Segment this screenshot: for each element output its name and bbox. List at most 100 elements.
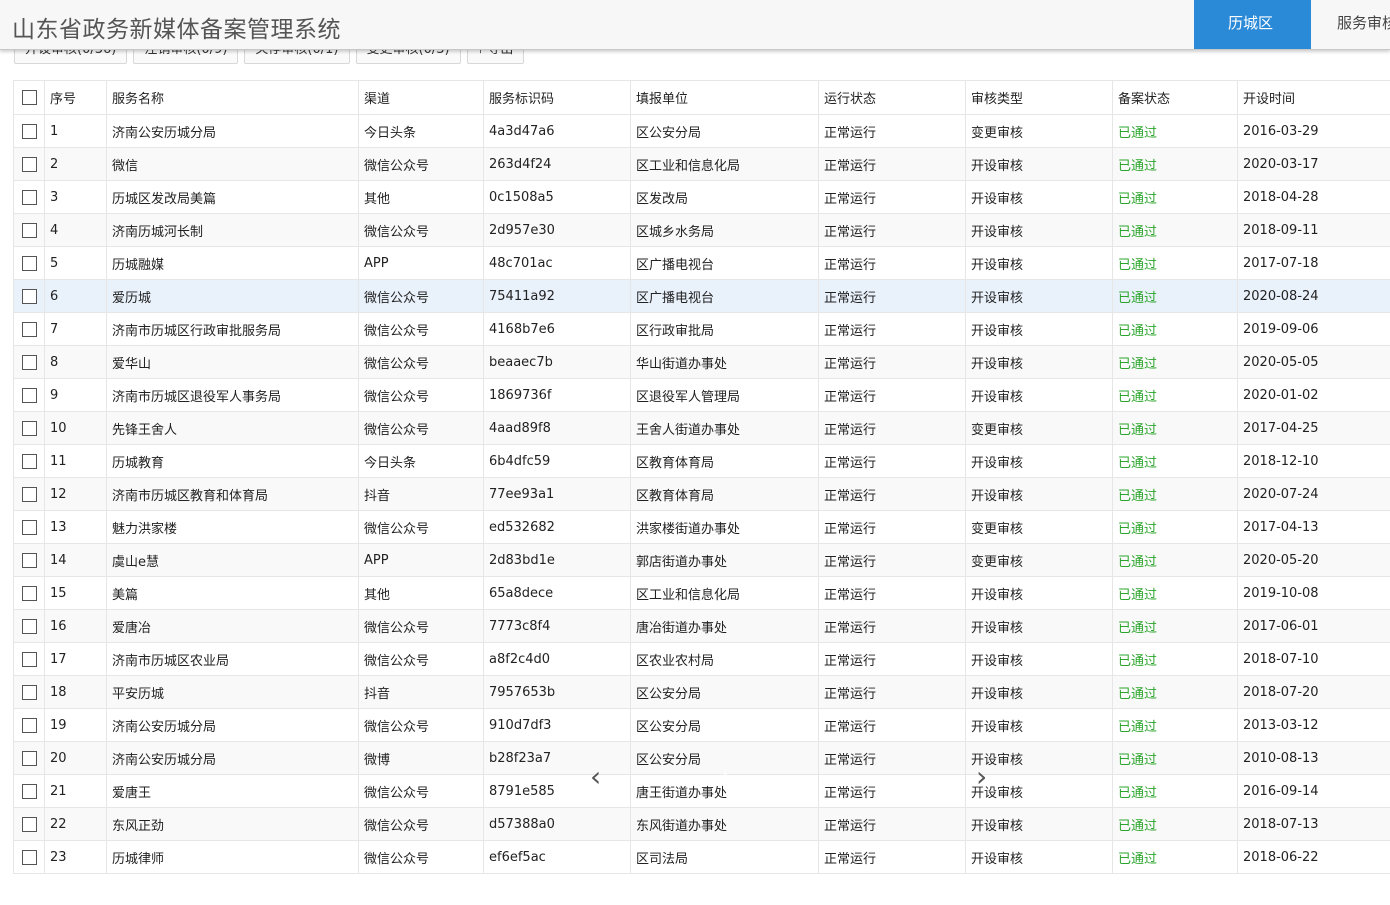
chevron-right-icon[interactable]: ›	[976, 760, 987, 793]
table-row[interactable]: 6 爱历城 微信公众号 75411a92 区广播电视台 正常运行 开设审核 已通过 2020-0…	[13, 279, 1390, 313]
row-index: 13	[44, 510, 107, 544]
table-row[interactable]: 8 爱华山 微信公众号 beaaec7b 华山街道办事处 正常运行 开设审核 已通过 2020-…	[13, 345, 1390, 379]
table-row[interactable]: 10 先锋王舍人 微信公众号 4aad89f8 王舍人街道办事处 正常运行 变更审核 已通过 2…	[13, 411, 1390, 445]
service-name: 爱唐王	[106, 774, 359, 808]
report-unit: 区广播电视台	[630, 279, 819, 313]
table-row[interactable]: 21 爱唐王 微信公众号 8791e585 唐王街道办事处 正常运行 开设审核 已通过 2016…	[13, 774, 1390, 808]
review-type: 开设审核	[965, 345, 1113, 379]
tab-licheng[interactable]: 历城区	[1194, 0, 1311, 49]
row-checkbox[interactable]	[22, 123, 37, 139]
service-name: 先锋王舍人	[106, 411, 359, 445]
table-row[interactable]: 19 济南公安历城分局 微信公众号 910d7df3 区公安分局 正常运行 开设审核 已通过 2…	[13, 708, 1390, 742]
row-checkbox[interactable]	[22, 651, 37, 667]
table-row[interactable]: 7 济南市历城区行政审批服务局 微信公众号 4168b7e6 区行政审批局 正常运行 开设审…	[13, 312, 1390, 346]
channel: 微信公众号	[358, 807, 484, 841]
row-checkbox[interactable]	[22, 189, 37, 205]
channel: 微信公众号	[358, 279, 484, 313]
channel: 微信公众号	[358, 774, 484, 808]
table-row[interactable]: 3 历城区发改局美篇 其他 0c1508a5 区发改局 正常运行 开设审核 已通过 2018-0…	[13, 180, 1390, 214]
row-checkbox[interactable]	[22, 717, 37, 733]
row-checkbox[interactable]	[22, 321, 37, 337]
record-status: 已通过	[1112, 312, 1238, 346]
service-code: 75411a92	[483, 279, 631, 313]
row-checkbox[interactable]	[22, 453, 37, 469]
report-unit: 区教育体育局	[630, 444, 819, 478]
row-checkbox[interactable]	[22, 222, 37, 238]
row-checkbox[interactable]	[22, 486, 37, 502]
table-row[interactable]: 16 爱唐冶 微信公众号 7773c8f4 唐冶街道办事处 正常运行 开设审核 已通过 2017…	[13, 609, 1390, 643]
review-type: 开设审核	[965, 213, 1113, 247]
row-checkbox[interactable]	[22, 585, 37, 601]
channel: APP	[358, 543, 484, 577]
table-row[interactable]: 17 济南市历城区农业局 微信公众号 a8f2c4d0 区农业农村局 正常运行 开设审核 已通…	[13, 642, 1390, 676]
table-row[interactable]: 23 历城律师 微信公众号 ef6ef5ac 区司法局 正常运行 开设审核 已通过 2018-0…	[13, 840, 1390, 874]
table-row[interactable]: 1 济南公安历城分局 今日头条 4a3d47a6 区公安分局 正常运行 变更审核 已通过 201…	[13, 114, 1390, 148]
table-row[interactable]: 22 东风正劲 微信公众号 d57388a0 东风街道办事处 正常运行 开设审核 已通过 201…	[13, 807, 1390, 841]
open-date: 2020-07-24	[1237, 477, 1390, 511]
chevron-left-icon[interactable]: ‹	[590, 760, 601, 793]
row-checkbox[interactable]	[22, 552, 37, 568]
report-unit: 郭店街道办事处	[630, 543, 819, 577]
open-date: 2017-06-01	[1237, 609, 1390, 643]
row-index: 5	[44, 246, 107, 280]
record-status: 已通过	[1112, 147, 1238, 181]
table-row[interactable]: 18 平安历城 抖音 7957653b 区公安分局 正常运行 开设审核 已通过 2018-07-…	[13, 675, 1390, 709]
row-select-cell	[13, 180, 45, 214]
service-code: 1869736f	[483, 378, 631, 412]
report-unit: 区行政审批局	[630, 312, 819, 346]
record-status: 已通过	[1112, 213, 1238, 247]
record-status: 已通过	[1112, 741, 1238, 775]
row-checkbox[interactable]	[22, 156, 37, 172]
row-index: 14	[44, 543, 107, 577]
service-name: 平安历城	[106, 675, 359, 709]
run-status: 正常运行	[818, 741, 966, 775]
table-row[interactable]: 2 微信 微信公众号 263d4f24 区工业和信息化局 正常运行 开设审核 已通过 2020-…	[13, 147, 1390, 181]
row-checkbox[interactable]	[22, 288, 37, 304]
table-row[interactable]: 5 历城融媒 APP 48c701ac 区广播电视台 正常运行 开设审核 已通过 2017-07…	[13, 246, 1390, 280]
open-date: 2018-09-11	[1237, 213, 1390, 247]
row-checkbox[interactable]	[22, 783, 37, 799]
table-row[interactable]: 15 美篇 其他 65a8dece 区工业和信息化局 正常运行 开设审核 已通过 2019-10…	[13, 576, 1390, 610]
record-status: 已通过	[1112, 411, 1238, 445]
col-service-code: 服务标识码	[483, 80, 631, 115]
service-code: b28f23a7	[483, 741, 631, 775]
row-checkbox[interactable]	[22, 849, 37, 865]
row-index: 2	[44, 147, 107, 181]
open-date: 2017-04-25	[1237, 411, 1390, 445]
service-code: ed532682	[483, 510, 631, 544]
table-row[interactable]: 9 济南市历城区退役军人事务局 微信公众号 1869736f 区退役军人管理局 正常运行开…	[13, 378, 1390, 412]
row-select-cell	[13, 840, 45, 874]
row-index: 3	[44, 180, 107, 214]
run-status: 正常运行	[818, 510, 966, 544]
table-row[interactable]: 13 魅力洪家楼 微信公众号 ed532682 洪家楼街道办事处 正常运行 变更审核 已通过 2…	[13, 510, 1390, 544]
table-row[interactable]: 4 济南历城河长制 微信公众号 2d957e30 区城乡水务局 正常运行 开设审核 已通过 20…	[13, 213, 1390, 247]
table-row[interactable]: 14 虞山e慧 APP 2d83bd1e 郭店街道办事处 正常运行 变更审核 已通过 2020-…	[13, 543, 1390, 577]
row-checkbox[interactable]	[22, 387, 37, 403]
row-select-cell	[13, 444, 45, 478]
row-checkbox[interactable]	[22, 519, 37, 535]
row-index: 8	[44, 345, 107, 379]
row-checkbox[interactable]	[22, 684, 37, 700]
table-row[interactable]: 20 济南公安历城分局 微博 b28f23a7 区公安分局 正常运行 开设审核 已通过 2010…	[13, 741, 1390, 775]
service-name: 济南公安历城分局	[106, 708, 359, 742]
row-select-cell	[13, 279, 45, 313]
table-row[interactable]: 11 历城教育 今日头条 6b4dfc59 区教育体育局 正常运行 开设审核 已通过 2018-…	[13, 444, 1390, 478]
service-name: 历城教育	[106, 444, 359, 478]
tab-service-review[interactable]: 服务审核	[1311, 0, 1390, 49]
row-checkbox[interactable]	[22, 618, 37, 634]
service-code: 4a3d47a6	[483, 114, 631, 148]
row-checkbox[interactable]	[22, 420, 37, 436]
service-code: 7773c8f4	[483, 609, 631, 643]
run-status: 正常运行	[818, 774, 966, 808]
row-checkbox[interactable]	[22, 255, 37, 271]
select-all-checkbox[interactable]	[22, 90, 37, 105]
open-date: 2016-09-14	[1237, 774, 1390, 808]
row-checkbox[interactable]	[22, 354, 37, 370]
row-checkbox[interactable]	[22, 750, 37, 766]
row-index: 12	[44, 477, 107, 511]
report-unit: 东风街道办事处	[630, 807, 819, 841]
row-checkbox[interactable]	[22, 816, 37, 832]
table-row[interactable]: 12 济南市历城区教育和体育局 抖音 77ee93a1 区教育体育局 正常运行 开设审核 已通…	[13, 477, 1390, 511]
service-code: 263d4f24	[483, 147, 631, 181]
review-type: 开设审核	[965, 312, 1113, 346]
